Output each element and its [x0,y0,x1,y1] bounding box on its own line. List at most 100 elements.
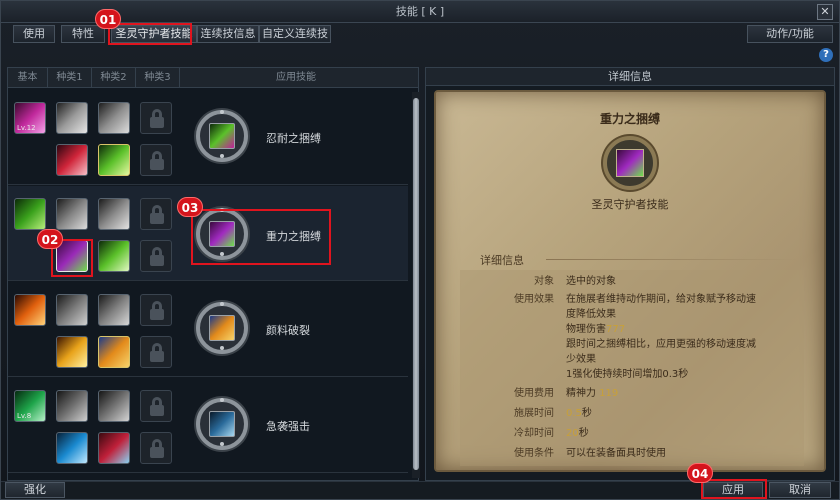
col-type3: 种类3 [136,68,180,88]
window-titlebar: 技能 [ K ] ✕ [1,1,839,23]
enhance-button[interactable]: 强化 [5,482,65,498]
skill-row: Lv.8 急袭强击 [8,378,408,473]
lock-icon [140,144,172,176]
skill-icon-type1[interactable] [56,390,88,422]
callout-badge-01: 01 [95,9,121,29]
detail-info-table: 对象 选中的对象 使用效果 在施展者维持动作期间，给对象赋予移动速 度降低效果 … [460,270,804,466]
column-headers: 基本 种类1 种类2 种类3 应用技能 [8,68,418,88]
skill-icon-type1[interactable] [56,198,88,230]
applied-skill-name: 颜料破裂 [266,324,310,337]
tab-use[interactable]: 使用 [13,25,55,43]
col-basic: 基本 [8,68,48,88]
effect-damage-line: 物理伤害777 [566,322,786,337]
callout-box-04 [701,479,767,499]
cooldown-unit: 秒 [578,428,589,439]
skill-row: Lv.12 忍耐之捆缚 [8,90,408,185]
skill-icon-type2[interactable] [98,294,130,326]
info-label: 对象 [534,276,554,287]
info-value: 选中的对象 [566,276,616,287]
callout-badge-03: 03 [177,197,203,217]
lock-icon [140,294,172,326]
effect-line: 度降低效果 [566,309,616,320]
callout-badge-04: 04 [687,463,713,483]
skill-icon-type2-alt[interactable] [98,240,130,272]
detail-parchment: 重力之捆缚 圣灵守护者技能 详细信息 对象 选中的对象 使用效果 在施展者维持动… [434,90,826,472]
detail-skill-icon [603,136,657,190]
applied-skill-ring[interactable] [196,110,248,162]
col-type1: 种类1 [48,68,92,88]
info-label: 使用条件 [514,448,554,459]
skill-icon-type1[interactable] [56,294,88,326]
callout-badge-02: 02 [37,229,63,249]
applied-skill-ring[interactable] [196,398,248,450]
effect-line: 1强化使持续时间增加0.3秒 [566,369,689,380]
cancel-button[interactable]: 取消 [769,482,831,498]
callout-box-03 [191,209,331,265]
detail-skill-type: 圣灵守护者技能 [591,198,669,211]
tab-custom-combo[interactable]: 自定义连续技 [259,25,331,43]
col-applied-skill: 应用技能 [276,72,316,83]
info-label: 使用效果 [514,294,554,305]
detail-panel-header: 详细信息 [426,68,834,86]
info-row-condition: 使用条件 可以在装备面具时使用 [460,446,804,461]
applied-skill-name: 急袭强击 [266,420,310,433]
skill-icon-type1[interactable] [56,102,88,134]
cooldown-value: 20 [566,428,579,439]
skill-icon-type2-alt[interactable] [98,432,130,464]
effect-line: 少效果 [566,354,596,365]
skill-icon-basic[interactable] [14,198,46,230]
info-value-effect: 在施展者维持动作期间，给对象赋予移动速 度降低效果 物理伤害777 跟时间之捆缚… [566,292,786,382]
effect-line: 在施展者维持动作期间，给对象赋予移动速 [566,294,756,305]
skill-window: 技能 [ K ] ✕ 使用 特性 圣灵守护者技能 连续技信息 自定义连续技 动作… [0,0,840,500]
info-value: 精神力 119 [566,386,786,401]
applied-skill-name: 忍耐之捆缚 [266,132,321,145]
skill-icon-type2-alt[interactable] [98,144,130,176]
info-value: 0.5秒 [566,406,786,421]
info-row-cast-time: 施展时间 0.5秒 [460,406,804,421]
detail-skill-name: 重力之捆缚 [599,112,660,126]
cost-amount: 119 [599,388,619,399]
skill-row: 颜料破裂 [8,282,408,377]
effect-line: 物理伤害 [566,324,606,335]
info-label: 冷却时间 [514,428,554,439]
lock-icon [140,390,172,422]
cast-time-unit: 秒 [581,408,592,419]
skill-icon-basic[interactable]: Lv.8 [14,390,46,422]
close-button[interactable]: ✕ [817,4,833,20]
tab-combo-info[interactable]: 连续技信息 [197,25,259,43]
info-value: 可以在装备面具时使用 [566,448,666,459]
col-type2: 种类2 [92,68,136,88]
lock-icon [140,240,172,272]
cost-type: 精神力 [566,388,596,399]
tab-traits[interactable]: 特性 [61,25,105,43]
callout-box-01 [108,23,192,45]
lock-icon [140,432,172,464]
info-row-cooldown: 冷却时间 20秒 [460,426,804,441]
skill-icon-type2[interactable] [98,390,130,422]
skill-icon-basic[interactable] [14,294,46,326]
window-title: 技能 [ K ] [395,5,445,18]
tab-actions[interactable]: 动作/功能 [747,25,833,43]
skill-icon-type2-alt[interactable] [98,336,130,368]
skill-icon-type1-alt[interactable] [56,144,88,176]
skill-icon-type2[interactable] [98,198,130,230]
info-row-effect: 使用效果 在施展者维持动作期间，给对象赋予移动速 度降低效果 物理伤害777 跟… [460,292,804,384]
skill-level: Lv.8 [17,412,32,420]
applied-skill-ring[interactable] [196,302,248,354]
detail-panel: 详细信息 重力之捆缚 圣灵守护者技能 详细信息 对象 选中的对象 使用效果 在施… [425,67,835,481]
info-label: 使用费用 [514,388,554,399]
scrollbar[interactable] [412,92,420,478]
help-icon[interactable]: ? [819,48,833,62]
detail-section-title: 详细信息 [480,254,524,267]
skill-icon-type2[interactable] [98,102,130,134]
skill-icon-basic[interactable]: Lv.12 [14,102,46,134]
scrollbar-thumb[interactable] [413,98,419,470]
section-divider [546,259,796,260]
skill-icon-type1-alt[interactable] [56,432,88,464]
skill-icon-type1-alt[interactable] [56,336,88,368]
skill-level: Lv.12 [17,124,36,132]
lock-icon [140,336,172,368]
effect-line: 跟时间之捆缚相比，应用更强的移动速度减 [566,339,756,350]
cast-time-value: 0.5 [566,408,582,419]
info-row-target: 对象 选中的对象 [460,274,804,289]
